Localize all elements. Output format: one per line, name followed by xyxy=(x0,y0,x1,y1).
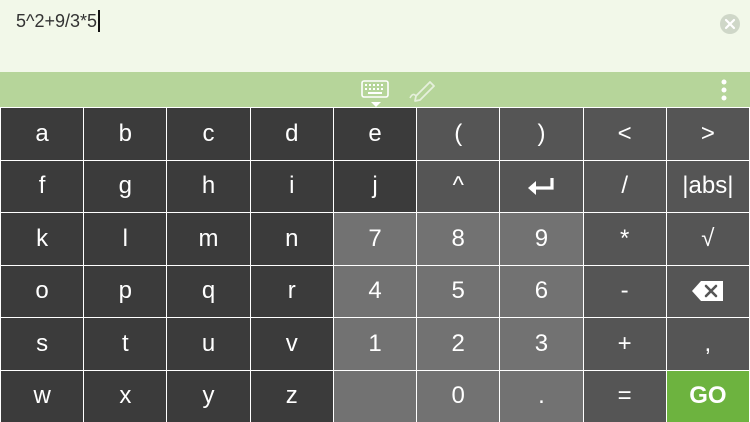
key-open-paren[interactable]: ( xyxy=(417,108,500,160)
backspace-icon xyxy=(691,281,723,302)
key-caret[interactable]: ^ xyxy=(417,160,500,212)
key-2[interactable]: 2 xyxy=(417,318,500,370)
key-z[interactable]: z xyxy=(250,370,333,422)
key-s[interactable]: s xyxy=(1,318,84,370)
key-sqrt[interactable]: √ xyxy=(666,213,749,265)
key-enter[interactable] xyxy=(500,160,583,212)
keyboard-icon[interactable] xyxy=(361,79,389,107)
key-close-paren[interactable]: ) xyxy=(500,108,583,160)
key-5[interactable]: 5 xyxy=(417,265,500,317)
key-greater-than[interactable]: > xyxy=(666,108,749,160)
key-i[interactable]: i xyxy=(250,160,333,212)
key-0[interactable]: 0 xyxy=(417,370,500,422)
more-vert-icon[interactable] xyxy=(720,78,728,102)
key-minus[interactable]: - xyxy=(583,265,666,317)
key-l[interactable]: l xyxy=(84,213,167,265)
key-8[interactable]: 8 xyxy=(417,213,500,265)
key-k[interactable]: k xyxy=(1,213,84,265)
expression-text: 5^2+9/3*5 xyxy=(16,10,98,31)
key-blank xyxy=(333,370,417,422)
key-x[interactable]: x xyxy=(84,370,167,422)
key-r[interactable]: r xyxy=(250,265,333,317)
input-mode-toolbar xyxy=(0,72,750,107)
key-e[interactable]: e xyxy=(333,108,417,160)
key-c[interactable]: c xyxy=(167,108,250,160)
key-6[interactable]: 6 xyxy=(500,265,583,317)
key-backspace[interactable] xyxy=(666,265,749,317)
key-p[interactable]: p xyxy=(84,265,167,317)
key-4[interactable]: 4 xyxy=(333,265,417,317)
key-3[interactable]: 3 xyxy=(500,318,583,370)
math-keyboard: a b c d e ( ) < > f g h i j ^ / |abs| k … xyxy=(0,108,750,422)
key-multiply[interactable]: * xyxy=(583,213,666,265)
key-y[interactable]: y xyxy=(167,370,250,422)
key-v[interactable]: v xyxy=(250,318,333,370)
key-m[interactable]: m xyxy=(167,213,250,265)
key-slash[interactable]: / xyxy=(583,160,666,212)
key-t[interactable]: t xyxy=(84,318,167,370)
key-dot[interactable]: . xyxy=(500,370,583,422)
key-q[interactable]: q xyxy=(167,265,250,317)
key-h[interactable]: h xyxy=(167,160,250,212)
key-less-than[interactable]: < xyxy=(583,108,666,160)
expression-input-area[interactable]: 5^2+9/3*5 xyxy=(0,0,750,72)
pen-icon[interactable] xyxy=(408,78,438,102)
key-1[interactable]: 1 xyxy=(333,318,417,370)
text-cursor xyxy=(98,10,101,32)
key-abs[interactable]: |abs| xyxy=(666,160,749,212)
key-o[interactable]: o xyxy=(1,265,84,317)
key-d[interactable]: d xyxy=(250,108,333,160)
clear-icon[interactable] xyxy=(720,14,740,34)
enter-icon xyxy=(528,178,555,196)
go-button[interactable]: GO xyxy=(666,370,749,422)
key-plus[interactable]: + xyxy=(583,318,666,370)
key-7[interactable]: 7 xyxy=(333,213,417,265)
key-equals[interactable]: = xyxy=(583,370,666,422)
key-a[interactable]: a xyxy=(1,108,84,160)
expression-field[interactable]: 5^2+9/3*5 xyxy=(16,10,101,32)
key-b[interactable]: b xyxy=(84,108,167,160)
key-comma[interactable]: , xyxy=(666,318,749,370)
key-g[interactable]: g xyxy=(84,160,167,212)
key-u[interactable]: u xyxy=(167,318,250,370)
key-9[interactable]: 9 xyxy=(500,213,583,265)
key-f[interactable]: f xyxy=(1,160,84,212)
key-n[interactable]: n xyxy=(250,213,333,265)
key-j[interactable]: j xyxy=(333,160,417,212)
key-w[interactable]: w xyxy=(1,370,84,422)
